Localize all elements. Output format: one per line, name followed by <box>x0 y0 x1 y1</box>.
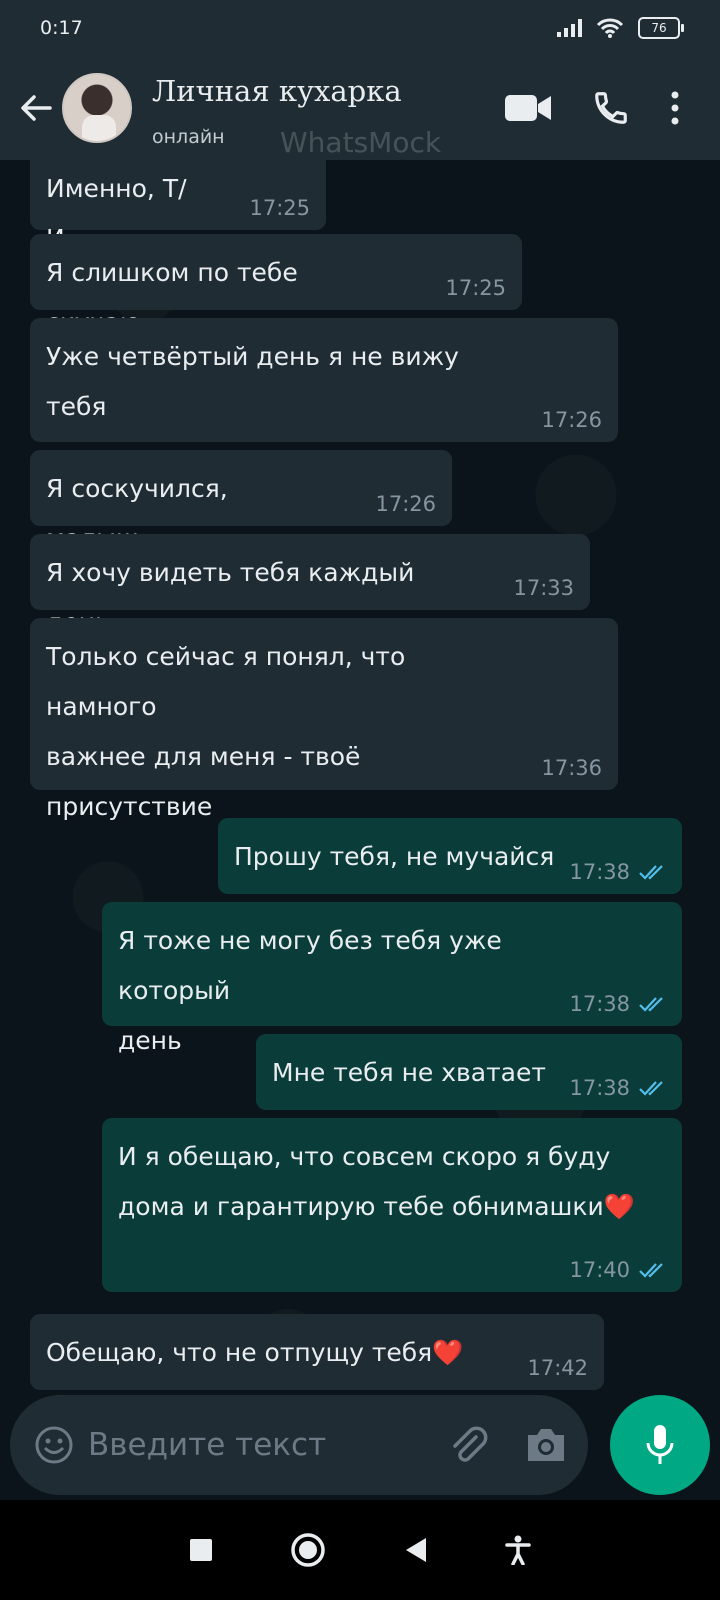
microphone-icon <box>646 1425 674 1464</box>
home-icon[interactable] <box>290 1532 326 1568</box>
message-bubble-incoming[interactable]: Я хочу видеть тебя каждый день 17:33 <box>30 534 590 637</box>
message-bubble-incoming[interactable]: Обещаю, что не отпущу тебя❤️ 17:42 <box>30 1314 604 1390</box>
read-receipt-icon <box>639 997 663 1012</box>
message-bubble-incoming[interactable]: Только сейчас я понял, что намного важне… <box>30 618 618 821</box>
message-bubble-outgoing[interactable]: Я тоже не могу без тебя уже который день… <box>102 902 682 1055</box>
status-icons: 76 <box>557 17 684 39</box>
signal-icon <box>557 19 582 37</box>
message-time: 17:26 <box>375 492 436 516</box>
voice-call-button[interactable] <box>592 89 630 127</box>
attach-icon[interactable] <box>446 1423 490 1467</box>
message-text: И я обещаю, что совсем скоро я буду дома… <box>118 1142 635 1221</box>
status-bar: 0:17 76 <box>0 0 720 56</box>
back-button[interactable] <box>12 84 60 132</box>
message-time: 17:38 <box>569 1076 630 1100</box>
phone-icon <box>595 92 627 124</box>
more-options-button[interactable] <box>670 90 680 126</box>
watermark: WhatsMock <box>280 126 442 159</box>
battery-level: 76 <box>651 21 667 35</box>
message-bubble-outgoing[interactable]: И я обещаю, что совсем скоро я буду дома… <box>102 1118 682 1292</box>
message-time: 17:25 <box>249 196 310 220</box>
wifi-icon <box>596 18 624 38</box>
contact-status: онлайн <box>152 126 225 148</box>
contact-avatar[interactable] <box>62 73 132 143</box>
chat-header: Личная кухарка онлайн WhatsMock <box>0 56 720 160</box>
message-bubble-incoming[interactable]: Уже четвёртый день я не вижу тебя рядом … <box>30 318 618 471</box>
camera-icon[interactable] <box>524 1426 568 1464</box>
message-bubble-incoming[interactable]: Я слишком по тебе скучаю 17:25 <box>30 234 522 337</box>
system-navigation-bar <box>0 1500 720 1600</box>
message-bubble-incoming[interactable]: Я соскучился, малыш.. 17:26 <box>30 450 452 553</box>
video-camera-icon <box>505 95 551 121</box>
recents-icon[interactable] <box>189 1538 213 1562</box>
contact-name: Личная кухарка <box>152 74 402 108</box>
back-triangle-icon[interactable] <box>404 1537 428 1563</box>
voice-message-button[interactable] <box>610 1395 710 1495</box>
message-text: Только сейчас я понял, что намного важне… <box>46 642 406 821</box>
battery-icon: 76 <box>638 17 684 39</box>
kebab-menu-icon <box>671 91 679 125</box>
read-receipt-icon <box>639 1081 663 1096</box>
message-bubble-outgoing[interactable]: Мне тебя не хватает 17:38 <box>256 1034 682 1110</box>
video-call-button[interactable] <box>504 93 552 123</box>
message-bubble-outgoing[interactable]: Прошу тебя, не мучайся 17:38 <box>218 818 682 894</box>
message-time: 17:25 <box>445 276 506 300</box>
read-receipt-icon <box>639 865 663 880</box>
message-text: Обещаю, что не отпущу тебя❤️ <box>46 1338 464 1367</box>
message-time: 17:40 <box>569 1258 630 1282</box>
back-arrow-icon <box>21 95 52 121</box>
message-time: 17:36 <box>541 756 602 780</box>
accessibility-icon[interactable] <box>505 1535 531 1565</box>
message-time: 17:26 <box>541 408 602 432</box>
message-input[interactable]: Введите текст <box>10 1395 588 1495</box>
message-bubble-incoming[interactable]: Именно, Т/И 17:25 <box>30 160 326 253</box>
message-list: Именно, Т/И 17:25 Я слишком по тебе скуч… <box>0 160 720 1390</box>
message-time: 17:33 <box>513 576 574 600</box>
message-time: 17:42 <box>527 1356 588 1380</box>
message-time: 17:38 <box>569 860 630 884</box>
status-time: 0:17 <box>40 17 83 39</box>
message-input-placeholder: Введите текст <box>88 1427 327 1463</box>
contact-info[interactable]: Личная кухарка онлайн WhatsMock <box>152 56 504 160</box>
read-receipt-icon <box>639 1263 663 1278</box>
message-time: 17:38 <box>569 992 630 1016</box>
message-composer: Введите текст <box>0 1390 720 1500</box>
emoji-icon[interactable] <box>34 1425 74 1465</box>
header-actions <box>504 89 680 127</box>
